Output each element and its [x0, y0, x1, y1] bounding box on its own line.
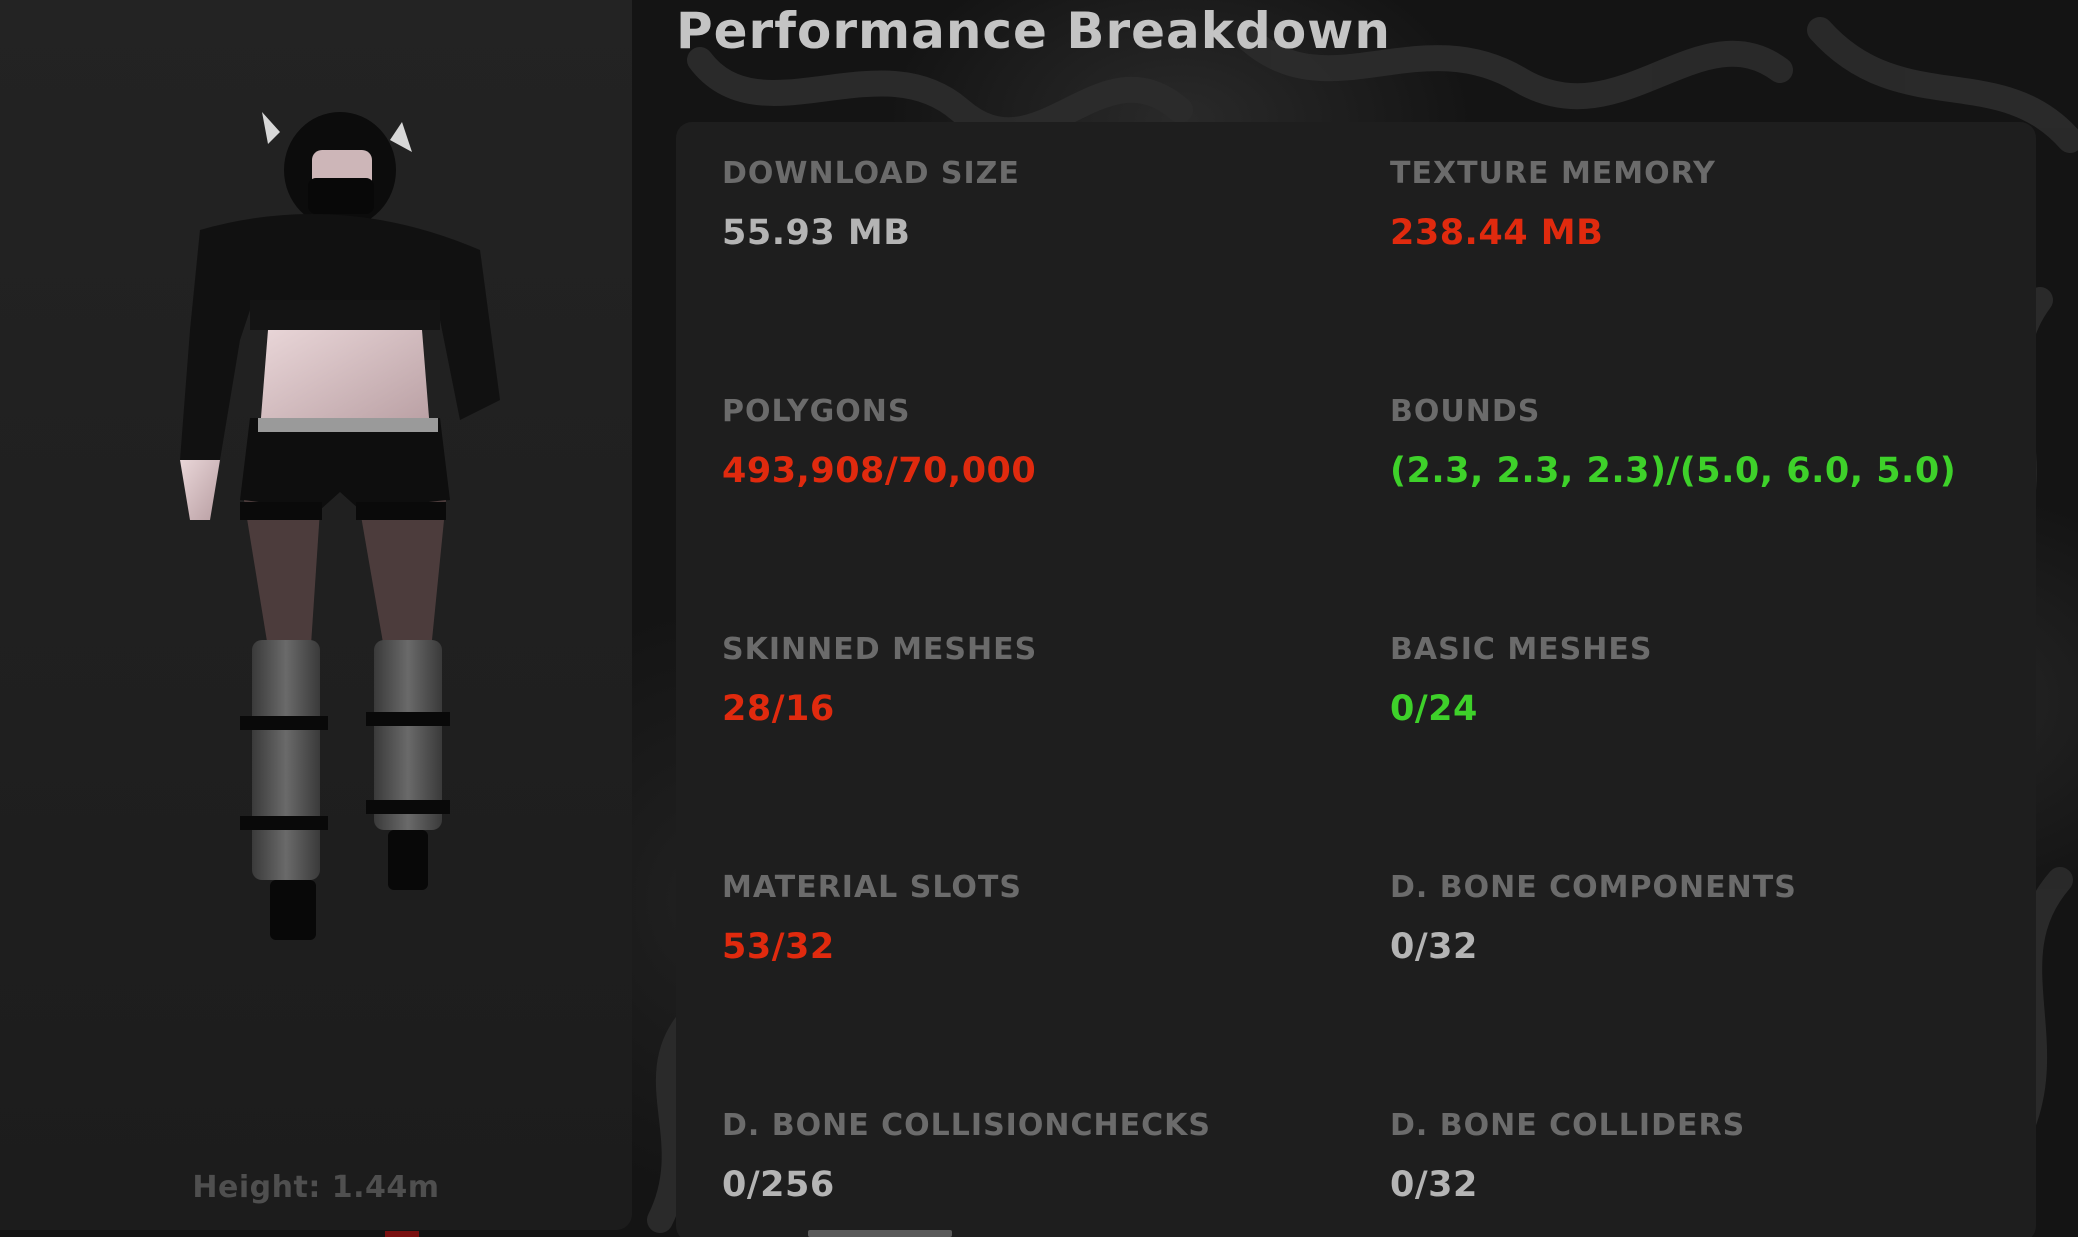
- stat-polygons: POLYGONS 493,908/70,000: [722, 394, 1362, 491]
- tab-indicator: [385, 1231, 419, 1237]
- stat-dbone-colliders: D. BONE COLLIDERS 0/32: [1390, 1108, 2030, 1205]
- stat-dbone-components: D. BONE COMPONENTS 0/32: [1390, 870, 2030, 967]
- stat-label: D. BONE COLLIDERS: [1390, 1108, 1746, 1143]
- stat-dbone-collisionchecks: D. BONE COLLISIONCHECKS 0/256: [722, 1108, 1362, 1205]
- stat-value: 0/32: [1390, 1165, 1478, 1205]
- stat-label: D. BONE COLLISIONCHECKS: [722, 1108, 1211, 1143]
- stat-material-slots: MATERIAL SLOTS 53/32: [722, 870, 1362, 967]
- avatar-preview-panel: Height: 1.44m: [0, 0, 632, 1230]
- stat-bounds: BOUNDS (2.3, 2.3, 2.3)/(5.0, 6.0, 5.0): [1390, 394, 2030, 491]
- avatar-height-label: Height: 1.44m: [192, 1170, 440, 1205]
- stat-value: 493,908/70,000: [722, 451, 1037, 491]
- stat-value: 0/256: [722, 1165, 835, 1205]
- stat-skinned-meshes: SKINNED MESHES 28/16: [722, 632, 1362, 729]
- horizontal-scrollbar-thumb[interactable]: [808, 1230, 952, 1237]
- stat-label: POLYGONS: [722, 394, 911, 429]
- page-title: Performance Breakdown: [676, 2, 1391, 60]
- stat-value: 0/32: [1390, 927, 1478, 967]
- stat-label: TEXTURE MEMORY: [1390, 156, 1716, 191]
- stat-value: 238.44 MB: [1390, 213, 1604, 253]
- stat-label: SKINNED MESHES: [722, 632, 1038, 667]
- stat-value: 53/32: [722, 927, 835, 967]
- stat-label: DOWNLOAD SIZE: [722, 156, 1020, 191]
- stat-label: D. BONE COMPONENTS: [1390, 870, 1797, 905]
- stat-label: BOUNDS: [1390, 394, 1541, 429]
- stat-value: 28/16: [722, 689, 835, 729]
- stat-value: 0/24: [1390, 689, 1478, 729]
- stat-download-size: DOWNLOAD SIZE 55.93 MB: [722, 156, 1362, 253]
- stats-panel: DOWNLOAD SIZE 55.93 MB TEXTURE MEMORY 23…: [676, 122, 2036, 1237]
- stat-value: (2.3, 2.3, 2.3)/(5.0, 6.0, 5.0): [1390, 451, 1957, 491]
- avatar-model: [180, 112, 500, 940]
- performance-breakdown-screen: Height: 1.44m Performance Breakdown DOWN…: [0, 0, 2078, 1237]
- stat-texture-memory: TEXTURE MEMORY 238.44 MB: [1390, 156, 2030, 253]
- stat-label: BASIC MESHES: [1390, 632, 1653, 667]
- stat-label: MATERIAL SLOTS: [722, 870, 1022, 905]
- stat-value: 55.93 MB: [722, 213, 911, 253]
- stat-basic-meshes: BASIC MESHES 0/24: [1390, 632, 2030, 729]
